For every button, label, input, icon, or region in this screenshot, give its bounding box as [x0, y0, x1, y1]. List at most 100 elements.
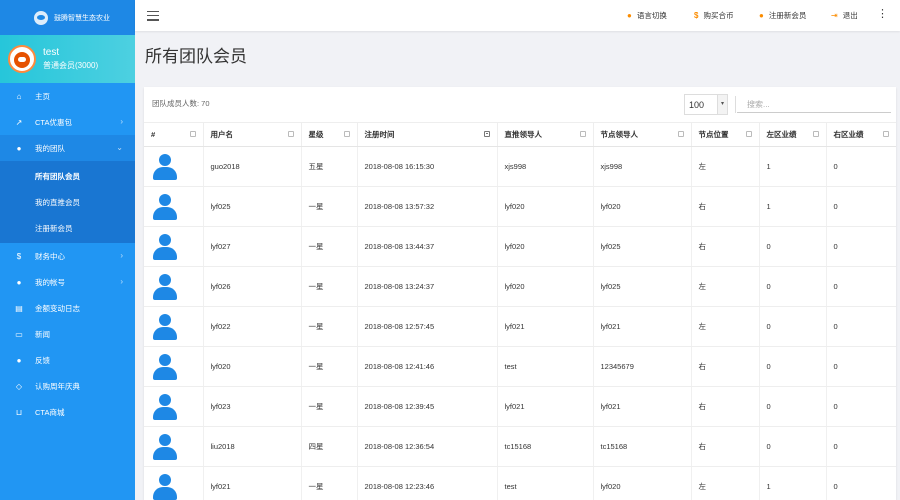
- table-cell: 0: [759, 346, 827, 387]
- table-row[interactable]: lyf026 一星 2018-08-08 13:24:37 lyf020 lyf025 左…: [144, 266, 896, 307]
- language-switch-button[interactable]: ● 语言切换: [627, 10, 667, 21]
- sidebar-item-9[interactable]: ⊔ CTA商城: [0, 399, 135, 425]
- sidebar-item-1[interactable]: ↗ CTA优惠包 ›: [0, 109, 135, 135]
- table-cell: 1: [759, 186, 827, 227]
- sort-icon[interactable]: [287, 131, 294, 137]
- table-row[interactable]: lyf020 一星 2018-08-08 12:41:46 test 12345679 右…: [144, 346, 896, 387]
- sidebar-item-3[interactable]: $ 财务中心 ›: [0, 243, 135, 269]
- sidebar-item-8[interactable]: ◇ 认购周年庆典: [0, 373, 135, 399]
- register-member-button[interactable]: ● 注册新会员: [759, 10, 806, 21]
- table-cell: lyf021: [497, 306, 594, 347]
- table-row[interactable]: lyf021 一星 2018-08-08 12:23:46 test lyf020 左 1 0: [144, 466, 896, 500]
- page-title: 所有团队会员: [145, 47, 247, 66]
- table-cell: lyf026: [203, 266, 302, 307]
- table-cell: 0: [759, 266, 827, 307]
- table-header: # 用户名 星级 注册时间 直推领导人 节点领导人 节点位置 左区业绩 右区业绩: [144, 122, 896, 147]
- sidebar-subitem-2[interactable]: 注册新会员: [0, 215, 135, 241]
- menu-toggle-icon[interactable]: [147, 10, 159, 21]
- sort-icon[interactable]: [883, 131, 889, 137]
- add-user-icon: ●: [759, 11, 764, 20]
- table-cell: tc15168: [593, 426, 692, 467]
- page-size-select[interactable]: 100 ▾: [684, 94, 728, 115]
- table-cell: liu2018: [203, 426, 302, 467]
- chevron-right-icon: ›: [120, 277, 123, 286]
- table-cell: 右: [691, 426, 760, 467]
- brand-name: 鼓腾智慧生态农业: [54, 14, 110, 22]
- column-header-7[interactable]: 左区业绩: [759, 122, 827, 147]
- table-row[interactable]: liu2018 四星 2018-08-08 12:36:54 tc15168 tc151…: [144, 426, 896, 467]
- table-cell: test: [497, 346, 594, 387]
- column-header-8[interactable]: 右区业绩: [826, 122, 896, 147]
- table-cell: 0: [826, 266, 896, 307]
- sidebar-item-label: 主页: [35, 91, 50, 101]
- sort-icon[interactable]: [677, 131, 684, 137]
- table-cell: lyf020: [203, 346, 302, 387]
- buy-coin-label: 购买合币: [703, 11, 734, 20]
- sort-icon[interactable]: [483, 131, 490, 137]
- register-member-label: 注册新会员: [768, 11, 807, 20]
- chevron-right-icon: ›: [120, 251, 123, 260]
- sort-icon[interactable]: [343, 131, 350, 137]
- column-header-label: 用户名: [210, 130, 234, 139]
- table-row[interactable]: lyf025 一星 2018-08-08 13:57:32 lyf020 lyf020 右…: [144, 186, 896, 227]
- member-avatar-cell: [144, 226, 204, 267]
- diamond-icon: ◇: [15, 381, 23, 391]
- table-cell: lyf020: [497, 226, 594, 267]
- column-header-1[interactable]: 用户名: [203, 122, 302, 147]
- sidebar-item-7[interactable]: ● 反馈: [0, 347, 135, 373]
- sidebar-item-label: 认购周年庆典: [35, 381, 80, 391]
- table-cell: 一星: [301, 266, 358, 307]
- table-cell: lyf025: [593, 266, 692, 307]
- column-header-label: 星级: [308, 130, 324, 139]
- avatar[interactable]: [8, 45, 36, 73]
- sidebar-item-0[interactable]: ⌂ 主页: [0, 83, 135, 109]
- sidebar-item-4[interactable]: ● 我的帐号 ›: [0, 269, 135, 295]
- sidebar-item-5[interactable]: ▤ 金额变动日志: [0, 295, 135, 321]
- table-cell: 五星: [301, 146, 358, 187]
- table-row[interactable]: lyf022 一星 2018-08-08 12:57:45 lyf021 lyf021 左…: [144, 306, 896, 347]
- sort-icon[interactable]: [745, 131, 752, 137]
- table-cell: 一星: [301, 386, 358, 427]
- sidebar-item-6[interactable]: ▭ 新闻: [0, 321, 135, 347]
- table-cell: lyf020: [497, 266, 594, 307]
- table-cell: 0: [826, 226, 896, 267]
- table-row[interactable]: guo2018 五星 2018-08-08 16:15:30 xjs998 xjs998…: [144, 146, 896, 187]
- table-cell: 2018-08-08 12:39:45: [357, 386, 498, 427]
- table-cell: lyf021: [203, 466, 302, 500]
- column-header-3[interactable]: 注册时间: [357, 122, 498, 147]
- sort-icon[interactable]: [812, 131, 819, 137]
- language-switch-label: 语言切换: [636, 11, 667, 20]
- table-cell: 0: [759, 386, 827, 427]
- search-input[interactable]: [737, 96, 891, 113]
- more-options-icon[interactable]: ⋮: [877, 7, 888, 20]
- user-avatar-icon: [153, 193, 177, 220]
- table-cell: 一星: [301, 346, 358, 387]
- table-row[interactable]: lyf027 一星 2018-08-08 13:44:37 lyf020 lyf025 右…: [144, 226, 896, 267]
- column-header-4[interactable]: 直推领导人: [497, 122, 594, 147]
- table-cell: 0: [759, 426, 827, 467]
- sidebar-item-label: CTA商城: [35, 407, 65, 417]
- column-header-0[interactable]: #: [144, 122, 204, 147]
- table-cell: 左: [691, 306, 760, 347]
- column-header-2[interactable]: 星级: [301, 122, 358, 147]
- user-avatar-icon: [153, 153, 177, 180]
- sort-icon[interactable]: [189, 131, 196, 137]
- sort-icon[interactable]: [579, 131, 586, 137]
- sidebar-subitem-0[interactable]: 所有团队会员: [0, 163, 135, 189]
- member-avatar-cell: [144, 186, 204, 227]
- table-cell: 右: [691, 186, 760, 227]
- table-cell: tc15168: [497, 426, 594, 467]
- column-header-6[interactable]: 节点位置: [691, 122, 760, 147]
- home-icon: ⌂: [16, 91, 22, 101]
- table-row[interactable]: lyf023 一星 2018-08-08 12:39:45 lyf021 lyf021 右…: [144, 386, 896, 427]
- sidebar-item-2[interactable]: ● 我的团队 ⌄: [0, 135, 135, 161]
- member-avatar-cell: [144, 146, 204, 187]
- member-avatar-cell: [144, 386, 204, 427]
- column-header-label: 左区业绩: [766, 130, 797, 139]
- buy-coin-button[interactable]: $ 购买合币: [694, 10, 733, 21]
- table-cell: 1: [759, 466, 827, 500]
- column-header-5[interactable]: 节点领导人: [593, 122, 692, 147]
- sidebar-subitem-1[interactable]: 我的直推会员: [0, 189, 135, 215]
- logout-button[interactable]: ⇥ 退出: [831, 10, 858, 21]
- sidebar: 鼓腾智慧生态农业 test 普通会员(3000) ⌂ 主页 ↗ CTA优惠包 › ● 我的团…: [0, 0, 135, 500]
